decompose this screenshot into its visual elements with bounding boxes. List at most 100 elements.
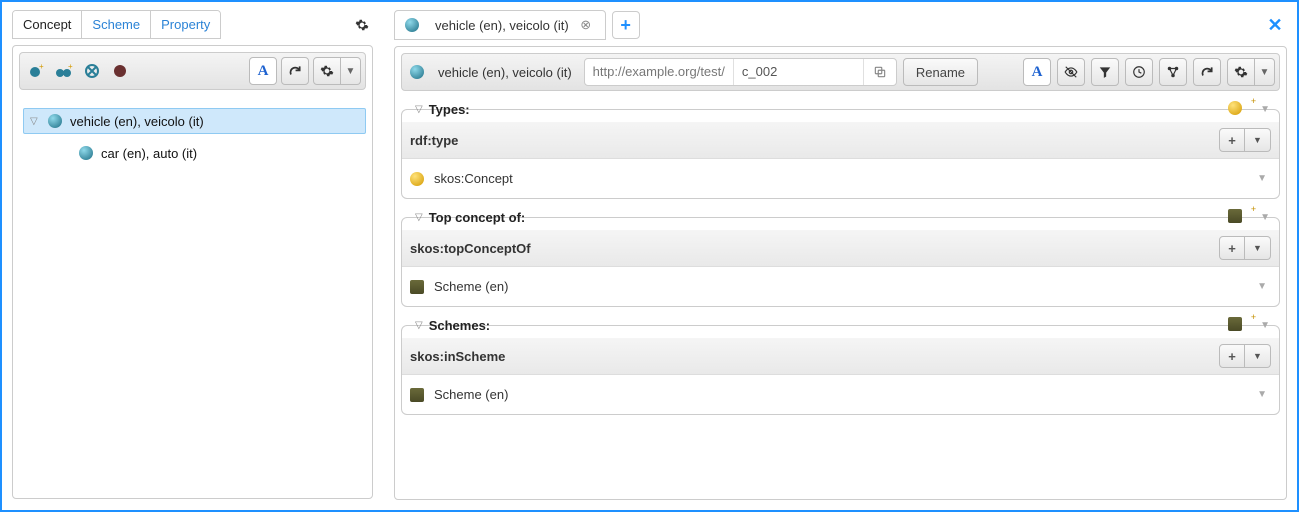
section-collapse-types[interactable]: ▽ (415, 104, 423, 115)
concept-icon (79, 146, 93, 160)
tab-concept[interactable]: Concept (13, 11, 82, 38)
value-row[interactable]: skos:Concept ▼ (402, 159, 1279, 198)
scheme-icon (1228, 209, 1242, 223)
left-tabs: Concept Scheme Property (12, 10, 221, 39)
sibling-add-icon: + (55, 63, 73, 79)
scheme-icon (1228, 317, 1242, 331)
value-row-menu[interactable]: ▼ (1253, 277, 1271, 296)
add-value-button[interactable]: + (1219, 344, 1245, 368)
value-row[interactable]: Scheme (en) ▼ (402, 267, 1279, 306)
value-label: Scheme (en) (434, 387, 508, 402)
value-label: Scheme (en) (434, 279, 508, 294)
scheme-icon (410, 388, 424, 402)
concept-icon (405, 18, 419, 32)
tree-node-vehicle[interactable]: ▽ vehicle (en), veicolo (it) (23, 108, 366, 134)
close-icon: ✕ (1267, 15, 1282, 36)
value-menu-button[interactable]: ▼ (1245, 344, 1271, 368)
create-sibling-button[interactable]: + (52, 57, 76, 85)
hide-inferred-button[interactable] (1057, 58, 1085, 86)
svg-text:+: + (68, 63, 73, 71)
gear-icon (355, 18, 369, 32)
left-toolbar: + + A (19, 52, 366, 90)
rename-button[interactable]: Rename (903, 58, 978, 86)
chevron-down-icon: ▼ (1253, 135, 1262, 145)
close-tab-button[interactable]: ⊗ (577, 16, 595, 34)
refresh-tree-button[interactable] (281, 57, 309, 85)
expander-icon[interactable]: ▽ (30, 116, 44, 127)
section-title-schemes: Schemes: (429, 318, 490, 333)
tab-scheme[interactable]: Scheme (82, 11, 151, 38)
value-row-menu[interactable]: ▼ (1253, 169, 1271, 188)
tree-node-car[interactable]: car (en), auto (it) (55, 140, 366, 166)
property-name: skos:topConceptOf (410, 241, 531, 256)
add-type-button[interactable]: + (1228, 101, 1252, 118)
close-icon: ⊗ (580, 17, 591, 33)
tab-property[interactable]: Property (151, 11, 220, 38)
section-menu-types[interactable]: ▼ (1256, 102, 1274, 117)
clock-icon (1132, 65, 1146, 79)
uri-local: c_002 (734, 58, 864, 86)
plus-icon: + (1228, 241, 1236, 256)
concept-tree: ▽ vehicle (en), veicolo (it) car (en), a… (19, 108, 366, 166)
add-value-button[interactable]: + (1219, 236, 1245, 260)
add-scheme-button[interactable]: + (1228, 209, 1252, 226)
tree-settings-button[interactable] (313, 57, 341, 85)
copy-uri-button[interactable] (864, 65, 896, 79)
concept-icon (48, 114, 62, 128)
property-name: rdf:type (410, 133, 458, 148)
value-row-menu[interactable]: ▼ (1253, 385, 1271, 404)
tree-node-label: car (en), auto (it) (101, 146, 197, 161)
add-scheme-button[interactable]: + (1228, 317, 1252, 334)
res-refresh-button[interactable] (1193, 58, 1221, 86)
history-button[interactable] (1125, 58, 1153, 86)
resource-tab[interactable]: vehicle (en), veicolo (it) ⊗ (394, 10, 606, 40)
property-name: skos:inScheme (410, 349, 505, 364)
eye-off-icon (1063, 65, 1079, 79)
scheme-icon (410, 280, 424, 294)
plus-icon: + (620, 15, 631, 36)
add-tab-button[interactable]: + (612, 11, 640, 39)
plus-icon: + (1228, 349, 1236, 364)
res-settings-dropdown[interactable]: ▼ (1255, 58, 1275, 86)
gear-icon (320, 64, 334, 78)
value-menu-button[interactable]: ▼ (1245, 128, 1271, 152)
res-rendering-toggle-button[interactable]: A (1023, 58, 1051, 86)
close-panel-button[interactable]: ✕ (1263, 13, 1287, 37)
graph-icon (1166, 65, 1180, 79)
deprecated-toggle-button[interactable] (108, 57, 132, 85)
section-menu-topconcept[interactable]: ▼ (1256, 210, 1274, 225)
add-value-button[interactable]: + (1219, 128, 1245, 152)
resource-uri: http://example.org/test/ c_002 (584, 58, 897, 86)
section-collapse-schemes[interactable]: ▽ (415, 320, 423, 331)
left-panel-settings-button[interactable] (351, 14, 373, 36)
tree-settings-dropdown[interactable]: ▼ (341, 57, 361, 85)
svg-text:+: + (39, 63, 44, 71)
concept-icon (410, 65, 424, 79)
refresh-icon (288, 64, 302, 78)
refresh-icon (1200, 65, 1214, 79)
delete-icon (84, 63, 100, 79)
filter-button[interactable] (1091, 58, 1119, 86)
section-title-topconcept: Top concept of: (429, 210, 526, 225)
rendering-toggle-button[interactable]: A (249, 57, 277, 85)
chevron-down-icon: ▼ (346, 66, 356, 77)
delete-concept-button[interactable] (80, 57, 104, 85)
chevron-down-icon: ▼ (1253, 351, 1262, 361)
uri-base: http://example.org/test/ (585, 58, 734, 86)
resource-title: vehicle (en), veicolo (it) (438, 65, 572, 80)
resource-tab-label: vehicle (en), veicolo (it) (435, 18, 569, 33)
value-label: skos:Concept (434, 171, 513, 186)
copy-icon (873, 65, 887, 79)
value-row[interactable]: Scheme (en) ▼ (402, 375, 1279, 414)
gear-icon (1234, 65, 1248, 79)
graph-button[interactable] (1159, 58, 1187, 86)
section-menu-schemes[interactable]: ▼ (1256, 318, 1274, 333)
res-settings-button[interactable] (1227, 58, 1255, 86)
create-concept-button[interactable]: + (24, 57, 48, 85)
tree-node-label: vehicle (en), veicolo (it) (70, 114, 204, 129)
value-menu-button[interactable]: ▼ (1245, 236, 1271, 260)
resource-toolbar: vehicle (en), veicolo (it) http://exampl… (401, 53, 1280, 91)
plus-icon: + (1228, 133, 1236, 148)
filter-icon (1098, 65, 1112, 79)
section-collapse-topconcept[interactable]: ▽ (415, 212, 423, 223)
